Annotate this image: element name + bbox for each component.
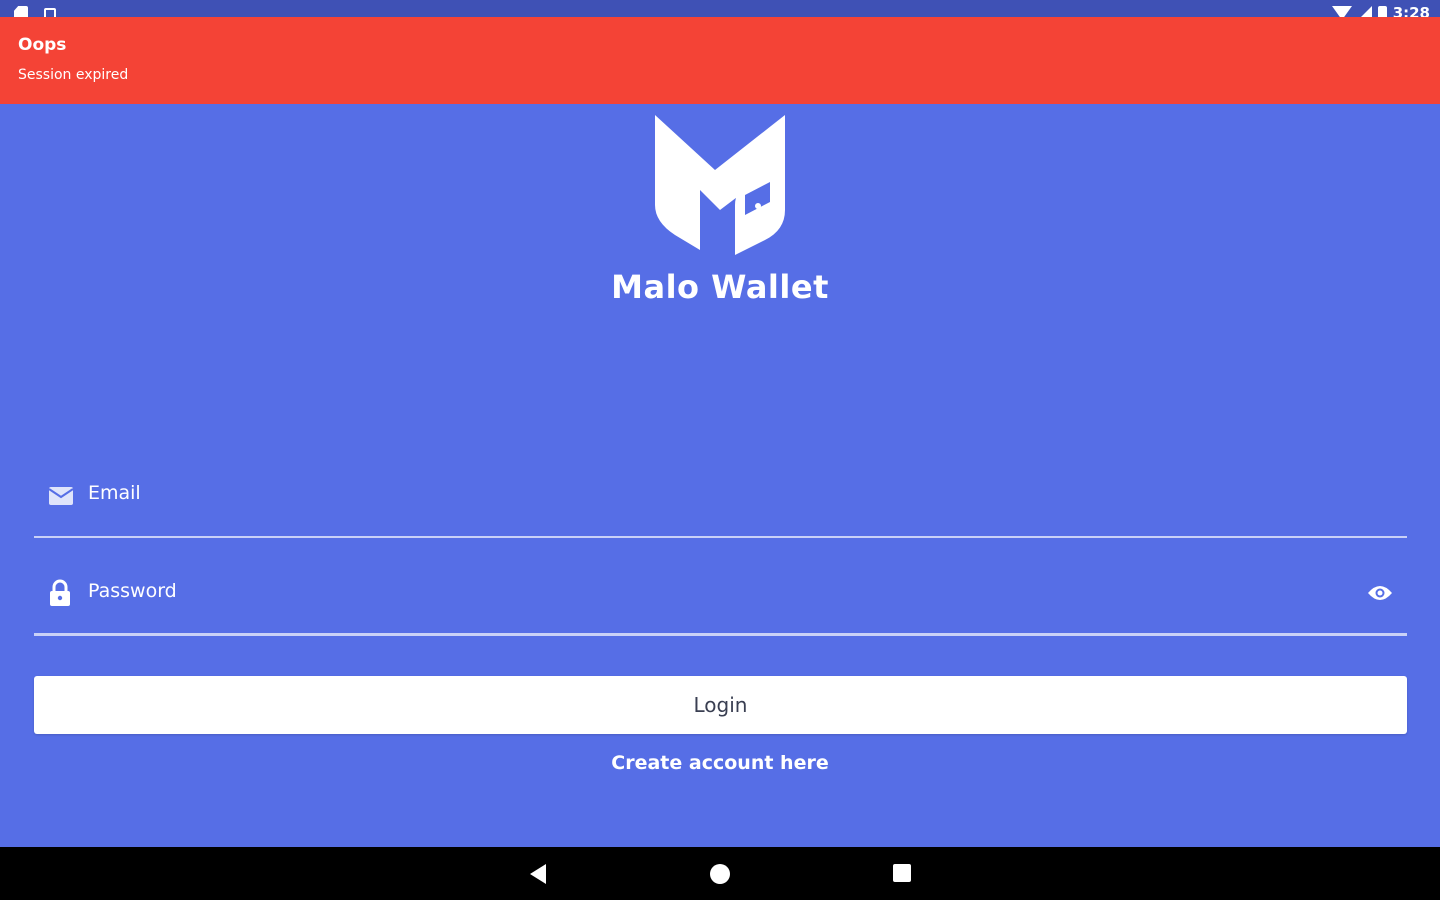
lock-icon <box>50 579 70 606</box>
malo-wallet-logo-icon <box>655 115 785 255</box>
snackbar-title: Oops <box>18 35 67 55</box>
error-snackbar[interactable]: Oops Session expired <box>0 17 1440 104</box>
recents-square-icon[interactable] <box>893 864 911 882</box>
home-circle-icon[interactable] <box>710 864 730 884</box>
password-field[interactable]: Password <box>34 565 1407 636</box>
app-name: Malo Wallet <box>611 268 829 306</box>
login-button[interactable]: Login <box>34 676 1407 734</box>
envelope-icon <box>48 487 74 505</box>
navigation-bar <box>0 847 1440 900</box>
create-account-link[interactable]: Create account here <box>0 752 1440 774</box>
email-placeholder: Email <box>88 482 141 504</box>
back-triangle-icon[interactable] <box>530 864 546 884</box>
email-field[interactable]: Email <box>34 470 1407 538</box>
eye-icon[interactable] <box>1367 584 1393 602</box>
snackbar-message: Session expired <box>18 67 129 83</box>
password-placeholder: Password <box>88 580 177 602</box>
